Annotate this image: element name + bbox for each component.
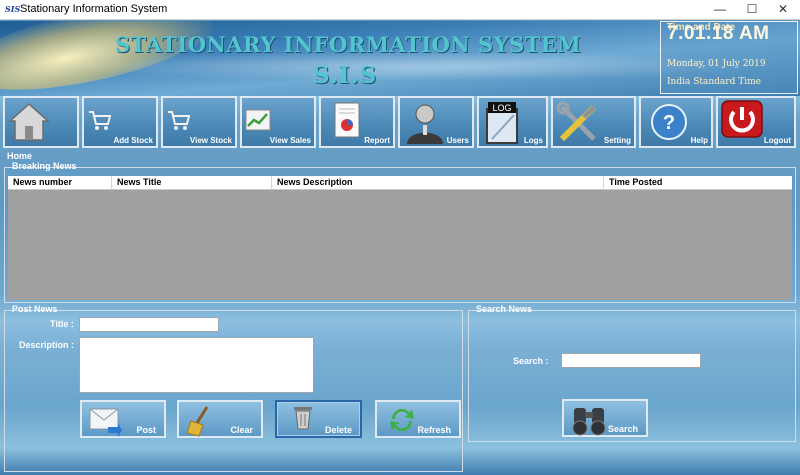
delete-button[interactable]: Delete (275, 400, 362, 438)
sales-chart-icon (245, 109, 271, 131)
help-icon: ? (651, 104, 687, 140)
app-main: STATIONARY INFORMATION SYSTEM S.I.S Time… (0, 21, 800, 475)
clock-time: 7.01.18 AM (667, 23, 770, 44)
post-news-title: Post News (12, 304, 58, 314)
toolbar-view-stock-label: View Stock (189, 136, 232, 145)
search-label: Search : (513, 356, 549, 366)
svg-text:LOG: LOG (492, 103, 511, 113)
toolbar-users-button[interactable]: Users (398, 96, 474, 148)
app-logo-icon: SIS (5, 4, 21, 14)
search-button-label: Search (607, 424, 638, 434)
description-input[interactable] (79, 337, 314, 393)
toolbar-help-button[interactable]: ? Help (639, 96, 713, 148)
search-input[interactable] (561, 353, 701, 368)
refresh-button[interactable]: Refresh (375, 400, 461, 438)
column-time-posted[interactable]: Time Posted (604, 176, 792, 190)
cart-icon (168, 111, 191, 130)
toolbar-report-button[interactable]: Report (319, 96, 395, 148)
toolbar-help-label: Help (690, 136, 708, 145)
toolbar-setting-button[interactable]: Setting (551, 96, 636, 148)
refresh-button-label: Refresh (417, 425, 451, 435)
power-icon (721, 100, 763, 138)
column-news-number[interactable]: News number (8, 176, 112, 190)
header-banner: STATIONARY INFORMATION SYSTEM S.I.S Time… (0, 21, 800, 96)
svg-text:?: ? (663, 112, 675, 134)
search-news-title: Search News (476, 304, 533, 314)
search-button[interactable]: Search (562, 399, 648, 437)
post-button[interactable]: Post (80, 400, 166, 438)
column-news-title[interactable]: News Title (112, 176, 272, 190)
breadcrumb: Home (7, 151, 33, 161)
tools-icon (556, 101, 597, 142)
toolbar-view-stock-button[interactable]: View Stock (161, 96, 237, 148)
maximize-button[interactable]: ☐ (737, 0, 767, 20)
toolbar-logs-label: Logs (523, 136, 543, 145)
clock-timezone: India Standard Time (667, 77, 761, 87)
clear-button-label: Clear (230, 425, 253, 435)
clear-button[interactable]: Clear (177, 400, 263, 438)
logs-icon: LOG (486, 102, 518, 144)
main-toolbar: Add Stock View Stock View Sales Report U… (0, 96, 800, 148)
refresh-icon (390, 409, 414, 431)
toolbar-view-sales-button[interactable]: View Sales (240, 96, 316, 148)
news-table[interactable]: News number News Title News Description … (8, 176, 792, 300)
home-icon (8, 102, 50, 141)
toolbar-logout-button[interactable]: Logout (716, 96, 796, 148)
users-icon (407, 104, 443, 144)
window-titlebar: SIS Stationary Information System — ☐ ✕ (0, 0, 800, 20)
banner-subtitle: S.I.S (313, 62, 378, 89)
news-table-header: News number News Title News Description … (8, 176, 792, 190)
toolbar-add-stock-label: Add Stock (113, 136, 153, 145)
column-news-description[interactable]: News Description (272, 176, 604, 190)
toolbar-view-sales-label: View Sales (269, 136, 311, 145)
window-title: Stationary Information System (20, 3, 168, 15)
close-button[interactable]: ✕ (768, 0, 798, 20)
toolbar-report-label: Report (364, 136, 390, 145)
clock-panel: Time and Date 7.01.18 AM Monday, 01 July… (660, 21, 798, 94)
title-input[interactable] (79, 317, 219, 332)
toolbar-setting-label: Setting (603, 136, 631, 145)
banner-title: STATIONARY INFORMATION SYSTEM (115, 32, 582, 57)
report-icon (334, 102, 360, 138)
toolbar-add-stock-button[interactable]: Add Stock (82, 96, 158, 148)
toolbar-logout-label: Logout (763, 136, 791, 145)
mail-send-icon (89, 408, 122, 437)
description-label: Description : (19, 340, 75, 350)
delete-button-label: Delete (324, 425, 352, 435)
toolbar-home-button[interactable] (3, 96, 79, 148)
toolbar-logs-button[interactable]: LOG Logs (477, 96, 548, 148)
title-label: Title : (50, 319, 74, 329)
trash-icon (294, 407, 312, 430)
broom-icon (186, 406, 209, 437)
post-button-label: Post (136, 425, 156, 435)
cart-icon (89, 111, 112, 130)
binoculars-icon (572, 408, 606, 436)
minimize-button[interactable]: — (705, 0, 735, 20)
toolbar-users-label: Users (446, 136, 469, 145)
clock-date: Monday, 01 July 2019 (667, 59, 766, 69)
breaking-news-title: Breaking News (12, 161, 77, 171)
